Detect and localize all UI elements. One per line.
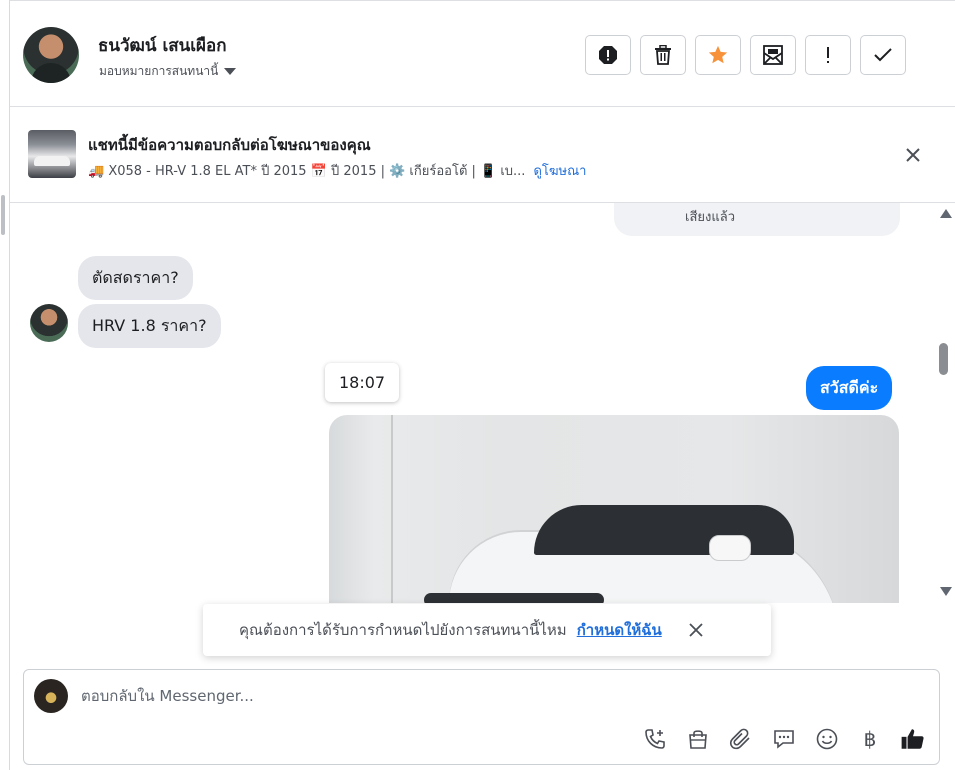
- car-photo-attachment[interactable]: [329, 415, 899, 603]
- like-button[interactable]: [900, 726, 926, 752]
- saved-reply-icon: [774, 730, 794, 749]
- assign-prompt-toast: คุณต้องการได้รับการกำหนดไปยังการสนทนานี้…: [203, 604, 771, 656]
- close-icon: [906, 148, 920, 162]
- contact-avatar[interactable]: [23, 27, 79, 83]
- car-grille-shape: [424, 593, 604, 603]
- ad-summary: 🚚 X058 - HR-V 1.8 EL AT* ปี 2015 📅 ปี 20…: [88, 164, 526, 179]
- contact-name[interactable]: ธนวัฒน์ เสนเผือก: [98, 32, 227, 59]
- page-scroll-thumb[interactable]: [1, 195, 5, 235]
- phone-plus-icon: [645, 729, 665, 749]
- call-button[interactable]: [642, 726, 668, 752]
- assign-prompt-text: คุณต้องการได้รับการกำหนดไปยังการสนทนานี้…: [239, 621, 567, 639]
- conversation-header: ธนวัฒน์ เสนเผือก มอบหมายการสนทนานี้: [10, 0, 955, 107]
- shop-button[interactable]: [685, 726, 711, 752]
- attach-button[interactable]: [728, 726, 754, 752]
- mark-done-button[interactable]: [860, 35, 906, 75]
- thumbs-up-icon: [901, 729, 924, 749]
- follow-up-button[interactable]: [805, 35, 851, 75]
- car-mirror-shape: [709, 535, 751, 561]
- incoming-message[interactable]: HRV 1.8 ราคา?: [78, 304, 221, 348]
- header-actions: [585, 35, 906, 75]
- message-composer: ฿: [23, 669, 940, 765]
- payment-button[interactable]: ฿: [857, 726, 883, 752]
- outgoing-message[interactable]: สวัสดีค่ะ: [806, 366, 893, 410]
- incoming-message[interactable]: ตัดสดราคา?: [78, 256, 193, 300]
- left-rail: [0, 0, 10, 770]
- close-icon: [689, 623, 703, 637]
- reply-input[interactable]: [81, 687, 881, 705]
- star-icon: [708, 45, 728, 64]
- emoji-icon: [816, 728, 838, 750]
- shopping-bag-icon: [689, 730, 707, 749]
- photo-wall-line: [391, 415, 393, 603]
- scroll-up-arrow-icon[interactable]: [940, 209, 952, 218]
- paperclip-icon: [729, 728, 750, 750]
- scroll-down-arrow-icon[interactable]: [940, 587, 952, 596]
- ad-reply-banner: แชทนี้มีข้อความตอบกลับต่อโฆษณาของคุณ 🚚 X…: [10, 107, 955, 203]
- caret-down-icon: [224, 68, 237, 75]
- ad-thumbnail[interactable]: [28, 130, 76, 178]
- emoji-button[interactable]: [814, 726, 840, 752]
- thread-scrollbar[interactable]: [934, 203, 952, 603]
- exclamation-icon: [827, 47, 829, 63]
- composer-tools: ฿: [642, 726, 926, 752]
- assign-to-me-link[interactable]: กำหนดให้ฉัน: [577, 618, 662, 642]
- sender-avatar[interactable]: [30, 304, 68, 342]
- assign-label: มอบหมายการสนทนานี้: [99, 64, 219, 78]
- stop-alert-icon: [599, 46, 617, 64]
- message-thread[interactable]: เสียงแล้ว ตัดสดราคา? HRV 1.8 ราคา? 18:07…: [10, 203, 945, 603]
- check-icon: [874, 48, 892, 62]
- currency-icon: ฿: [863, 727, 877, 751]
- car-window-shape: [534, 505, 794, 555]
- assign-conversation-dropdown[interactable]: มอบหมายการสนทนานี้: [99, 62, 237, 81]
- close-banner-button[interactable]: [902, 144, 924, 166]
- view-ad-link[interactable]: ดูโฆษณา: [533, 164, 586, 179]
- star-button[interactable]: [695, 35, 741, 75]
- thread-scroll-thumb[interactable]: [939, 343, 948, 375]
- page-avatar: [34, 679, 68, 713]
- previous-message-bubble: [614, 203, 900, 236]
- timestamp-tooltip: 18:07: [325, 363, 400, 402]
- ad-banner-title: แชทนี้มีข้อความตอบกลับต่อโฆษณาของคุณ: [88, 136, 371, 154]
- mark-unread-button[interactable]: [750, 35, 796, 75]
- previous-message-text: เสียงแล้ว: [685, 210, 735, 225]
- saved-replies-button[interactable]: [771, 726, 797, 752]
- delete-button[interactable]: [640, 35, 686, 75]
- envelope-icon: [763, 45, 783, 65]
- ad-banner-subtitle: 🚚 X058 - HR-V 1.8 EL AT* ปี 2015 📅 ปี 20…: [88, 160, 586, 181]
- report-spam-button[interactable]: [585, 35, 631, 75]
- close-toast-button[interactable]: [688, 622, 704, 638]
- trash-icon: [655, 45, 671, 65]
